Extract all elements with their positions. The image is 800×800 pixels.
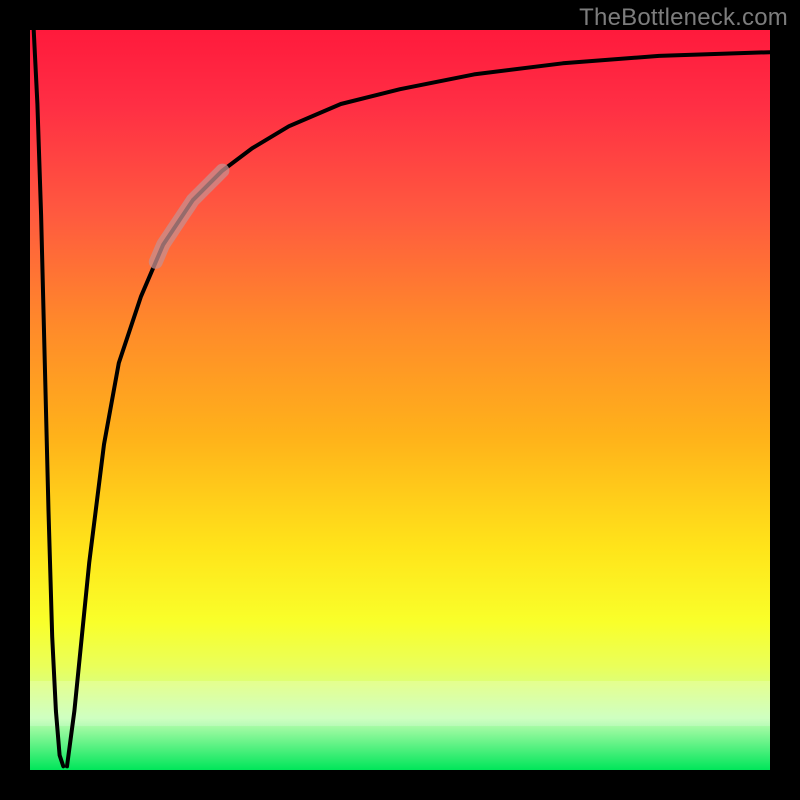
- rising-asymptote-curve: [67, 52, 770, 766]
- chart-root: TheBottleneck.com: [0, 0, 800, 800]
- left-spike-curve: [34, 30, 64, 766]
- curve-highlight-segment: [156, 171, 223, 262]
- curve-layer: [30, 30, 770, 770]
- attribution-text: TheBottleneck.com: [579, 4, 788, 32]
- plot-area: [30, 30, 770, 770]
